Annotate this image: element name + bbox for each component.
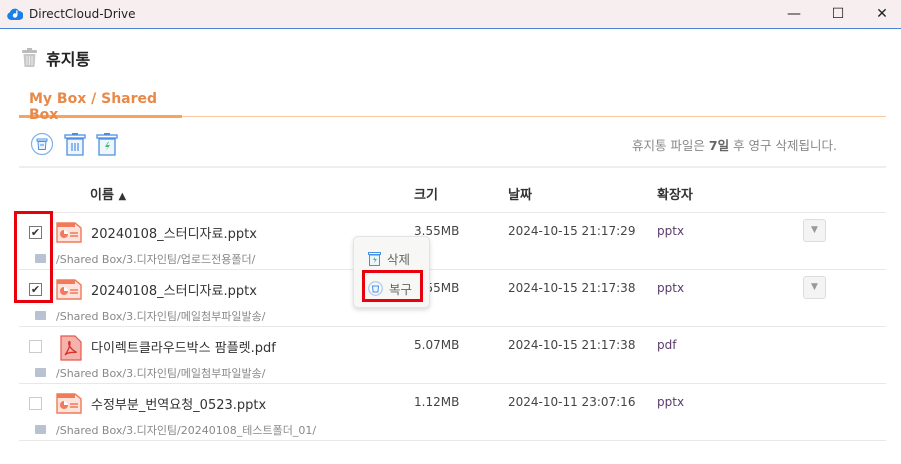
notice-text-end: 후 영구 삭제됩니다. (729, 138, 837, 153)
notice-text: 휴지통 파일은 (631, 138, 709, 153)
retention-notice: 휴지통 파일은 7일 후 영구 삭제됩니다. (632, 135, 837, 154)
file-size: 1.12MB (414, 395, 460, 409)
empty-trash-icon (368, 252, 381, 266)
sort-ascending-icon: ▲ (118, 191, 127, 202)
empty-trash-icon[interactable] (96, 132, 118, 156)
file-extension: pptx (657, 281, 685, 295)
file-extension: pptx (657, 224, 685, 238)
tab-my-box-shared-box[interactable]: My Box / Shared Box (19, 91, 182, 123)
app-logo-icon (7, 8, 23, 20)
file-extension: pdf (657, 338, 677, 352)
file-row[interactable]: 수정부분_번역요청_0523.pptx /Shared Box/3.디자인팀/2… (19, 384, 886, 441)
folder-icon (35, 425, 46, 434)
trash-icon (22, 48, 37, 67)
close-button[interactable]: ✕ (859, 0, 901, 28)
file-name[interactable]: 20240108_스터디자료.pptx (91, 280, 257, 299)
folder-icon (35, 368, 46, 377)
maximize-button[interactable]: ☐ (815, 0, 861, 28)
column-name-label: 이름 (90, 188, 114, 203)
file-path: /Shared Box/3.디자인팀/20240108_테스트폴더_01/ (56, 424, 317, 437)
file-path: /Shared Box/3.디자인팀/메일첨부파일발송/ (56, 367, 266, 380)
pptx-file-icon (56, 392, 82, 414)
pptx-file-icon (56, 278, 82, 300)
page-title: 휴지통 (21, 46, 90, 70)
notice-days: 7일 (708, 138, 730, 153)
folder-icon (35, 311, 46, 320)
pdf-file-icon (56, 335, 82, 361)
row-menu-dropdown[interactable]: ▼ (803, 276, 826, 299)
file-path: /Shared Box/3.디자인팀/메일첨부파일발송/ (56, 310, 266, 323)
delete-icon[interactable] (64, 132, 86, 156)
file-path: /Shared Box/3.디자인팀/업로드전용폴더/ (56, 253, 256, 266)
file-name[interactable]: 다이렉트클라우드박스 팜플렛.pdf (91, 337, 276, 356)
column-header-size[interactable]: 크기 (414, 184, 438, 203)
row-menu-dropdown[interactable]: ▼ (803, 219, 826, 242)
restore-icon[interactable] (30, 132, 54, 156)
file-date: 2024-10-15 21:17:38 (508, 338, 636, 352)
file-date: 2024-10-11 23:07:16 (508, 395, 636, 409)
minimize-button[interactable]: — (771, 0, 817, 28)
title-bar: DirectCloud-Drive — ☐ ✕ (0, 0, 901, 29)
column-header-extension[interactable]: 확장자 (657, 184, 693, 203)
file-name[interactable]: 수정부분_번역요청_0523.pptx (91, 394, 266, 413)
row-checkbox[interactable] (29, 397, 42, 410)
file-date: 2024-10-15 21:17:29 (508, 224, 636, 238)
tab-divider (182, 116, 886, 117)
highlight-restore (362, 270, 423, 302)
file-date: 2024-10-15 21:17:38 (508, 281, 636, 295)
pptx-file-icon (56, 221, 82, 243)
page-title-text: 휴지통 (46, 50, 91, 69)
divider (19, 166, 886, 168)
column-header-date[interactable]: 날짜 (508, 184, 532, 203)
file-row[interactable]: ✔ 20240108_스터디자료.pptx /Shared Box/3.디자인팀… (19, 270, 886, 327)
window-title: DirectCloud-Drive (29, 7, 136, 21)
highlight-checkboxes (14, 211, 53, 303)
file-size: 5.07MB (414, 338, 460, 352)
file-extension: pptx (657, 395, 685, 409)
row-checkbox[interactable] (29, 340, 42, 353)
file-row[interactable]: ✔ 20240108_스터디자료.pptx /Shared Box/3.디자인팀… (19, 213, 886, 270)
menu-item-label: 삭제 (387, 252, 411, 267)
file-row[interactable]: 다이렉트클라우드박스 팜플렛.pdf /Shared Box/3.디자인팀/메일… (19, 327, 886, 384)
column-header-name[interactable]: 이름 ▲ (90, 184, 126, 203)
menu-item-delete[interactable]: 삭제 (368, 249, 410, 268)
file-name[interactable]: 20240108_스터디자료.pptx (91, 223, 257, 242)
toolbar (30, 132, 118, 156)
